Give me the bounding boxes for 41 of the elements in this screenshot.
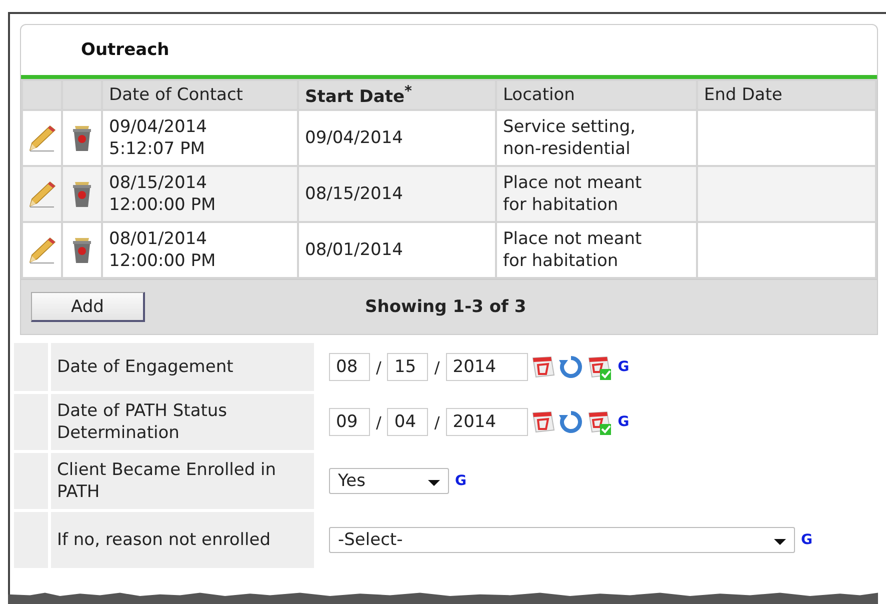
field-label: Date of Engagement: [57, 356, 234, 378]
month-field[interactable]: 09: [329, 408, 370, 436]
g-link[interactable]: G: [455, 473, 466, 489]
trash-icon[interactable]: [71, 235, 93, 265]
field-label: If no, reason not enrolled: [57, 529, 271, 551]
table-cell: 08/01/2014: [305, 239, 403, 261]
record-count: Showing 1-3 of 3: [365, 297, 526, 317]
table-cell: 09/04/2014 5:12:07 PM: [109, 116, 207, 160]
date-separator: /: [376, 412, 382, 432]
table-cell: 08/15/2014 12:00:00 PM: [109, 172, 216, 216]
month-field[interactable]: 08: [329, 353, 370, 381]
section-title: Outreach: [81, 40, 170, 60]
table-cell: Service setting, non-residential: [503, 116, 636, 160]
table-cell: 08/15/2014: [305, 183, 403, 205]
calendar-icon[interactable]: [530, 409, 556, 435]
calendar-icon[interactable]: [530, 354, 556, 380]
year-field[interactable]: 2014: [446, 353, 528, 381]
date-separator: /: [376, 358, 382, 376]
table-cell: 08/01/2014 12:00:00 PM: [109, 228, 216, 272]
trash-icon[interactable]: [71, 123, 93, 153]
trash-icon[interactable]: [71, 179, 93, 209]
field-label: Client Became Enrolled in PATH: [57, 459, 278, 503]
g-link[interactable]: G: [801, 532, 812, 548]
calendar-check-icon[interactable]: [586, 354, 612, 380]
year-field[interactable]: 2014: [446, 408, 528, 436]
g-link[interactable]: G: [618, 414, 630, 430]
table-cell: 09/04/2014: [305, 127, 403, 149]
field-label: Date of PATH Status Determination: [57, 400, 228, 444]
day-field[interactable]: 04: [387, 408, 428, 436]
date-separator: /: [434, 358, 440, 376]
dropdown[interactable]: -Select-: [329, 527, 795, 553]
refresh-icon[interactable]: [558, 354, 584, 380]
date-separator: /: [434, 412, 440, 432]
day-field[interactable]: 15: [387, 353, 428, 381]
calendar-check-icon[interactable]: [586, 409, 612, 435]
add-button[interactable]: Add: [31, 292, 145, 322]
dropdown[interactable]: Yes: [329, 468, 449, 494]
refresh-icon[interactable]: [558, 409, 584, 435]
g-link[interactable]: G: [618, 359, 630, 375]
table-cell: Place not meant for habitation: [503, 228, 642, 272]
table-cell: Place not meant for habitation: [503, 172, 642, 216]
